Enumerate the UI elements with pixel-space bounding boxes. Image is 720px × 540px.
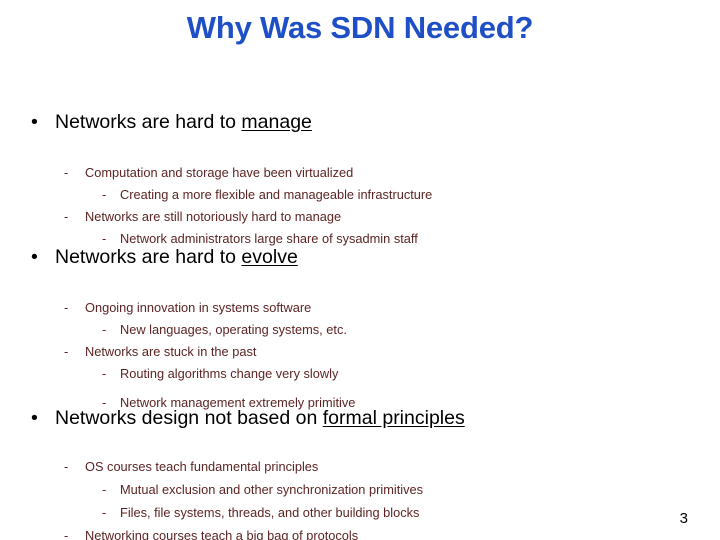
bullet-dot-icon: • [31,111,38,133]
sub-sub-bullet: - Files, file systems, threads, and other… [0,505,720,521]
bullet-heading: • Networks are hard to manage [0,110,720,134]
sub-sub-bullet: - New languages, operating systems, etc. [0,322,720,338]
sub-sub-bullet-text: Network administrators large share of sy… [120,231,418,246]
sub-bullet: - Ongoing innovation in systems software [0,300,720,316]
bullet-heading: • Networks are hard to evolve [0,245,720,269]
sub-bullet: - Networks are still notoriously hard to … [0,209,720,225]
dash-icon: - [102,482,107,497]
dash-icon: - [64,344,69,359]
sub-sub-bullet-text: Routing algorithms change very slowly [120,366,339,381]
sub-sub-bullet-text: New languages, operating systems, etc. [120,322,347,337]
sub-bullet: - Computation and storage have been virtu… [0,165,720,181]
bullet-dot-icon: • [31,407,38,429]
sub-bullet-text: Networks are stuck in the past [85,344,257,359]
bullet-block-evolve: • Networks are hard to evolve - Ongoing in… [0,245,720,411]
sub-bullet-text: Networking courses teach a big bag of pr… [85,528,359,540]
slide: Why Was SDN Needed? • Networks are hard t… [0,0,720,540]
bullet-heading-text: Networks are hard to [55,246,242,268]
dash-icon: - [102,187,107,202]
bullet-heading-text: Networks are hard to [55,111,242,133]
dash-icon: - [64,165,69,180]
bullet-block-manage: • Networks are hard to manage - Computatio… [0,110,720,247]
bullet-block-formal-principles: • Networks design not based on formal pri… [0,406,720,540]
sub-sub-bullet: - Routing algorithms change very slowly [0,366,720,382]
page-title: Why Was SDN Needed? [186,10,534,45]
dash-icon: - [102,366,107,381]
bullet-dot-icon: • [31,246,38,268]
sub-bullet: - Networks are stuck in the past [0,344,720,360]
bullet-heading-emphasis: formal principles [322,407,465,429]
bullet-heading: • Networks design not based on formal pri… [0,406,720,430]
sub-bullet-text: Ongoing innovation in systems software [85,300,312,315]
sub-bullet-text: OS courses teach fundamental principles [85,459,319,474]
dash-icon: - [64,459,69,474]
dash-icon: - [64,528,69,540]
sub-sub-bullet-text: Mutual exclusion and other synchronizati… [120,482,424,497]
dash-icon: - [102,322,107,337]
sub-sub-bullet: - Mutual exclusion and other synchronizat… [0,482,720,498]
sub-bullet-text: Computation and storage have been virtua… [85,165,354,180]
dash-icon: - [102,505,107,520]
bullet-heading-text: Networks design not based on [55,407,323,429]
sub-bullet-text: Networks are still notoriously hard to m… [85,209,342,224]
page-number: 3 [679,510,688,527]
dash-icon: - [64,300,69,315]
sub-sub-bullet-text: Files, file systems, threads, and other … [120,505,420,520]
bullet-heading-emphasis: manage [241,111,312,133]
dash-icon: - [64,209,69,224]
sub-sub-bullet: - Creating a more flexible and manageable… [0,187,720,203]
sub-sub-bullet-text: Creating a more flexible and manageable … [120,187,433,202]
sub-bullet: - OS courses teach fundamental principles [0,459,720,475]
sub-bullet: - Networking courses teach a big bag of p… [0,528,720,540]
bullet-heading-emphasis: evolve [241,246,298,268]
